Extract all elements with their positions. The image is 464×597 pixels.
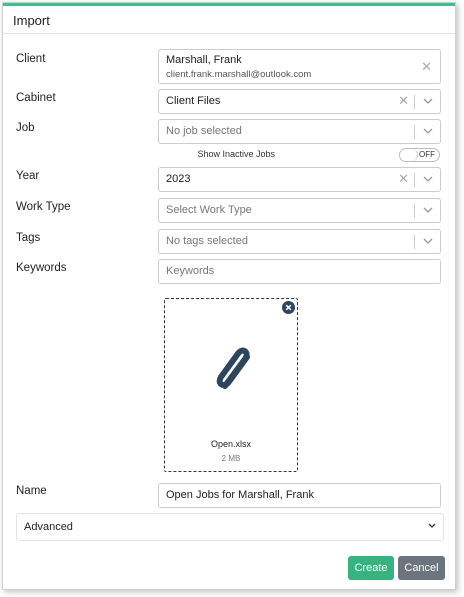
toggle-state: OFF — [419, 150, 435, 159]
attachment-filesize: 2 MB — [221, 454, 241, 463]
name-value: Open Jobs for Marshall, Frank — [166, 489, 314, 501]
title-divider — [3, 33, 455, 34]
clear-cabinet-icon[interactable]: ✕ — [398, 94, 409, 107]
job-select[interactable]: No job selected — [158, 119, 441, 144]
show-inactive-jobs-label: Show Inactive Jobs — [197, 149, 275, 159]
work-type-label: Work Type — [16, 201, 71, 213]
chevron-down-icon[interactable] — [422, 173, 434, 185]
select-separator — [414, 95, 415, 109]
tags-select[interactable]: No tags selected — [158, 229, 441, 254]
year-select[interactable]: 2023 ✕ — [158, 167, 441, 192]
tags-label: Tags — [16, 232, 41, 244]
client-select[interactable]: Marshall, Frank client.frank.marshall@ou… — [158, 49, 441, 84]
show-inactive-jobs-toggle[interactable]: OFF — [399, 148, 440, 162]
client-email: client.frank.marshall@outlook.com — [166, 69, 312, 80]
job-placeholder: No job selected — [166, 125, 242, 137]
client-name: Marshall, Frank — [166, 54, 242, 66]
chevron-down-icon[interactable] — [422, 235, 434, 247]
accent-bar — [3, 3, 455, 6]
attachment-filename: Open.xlsx — [210, 439, 252, 449]
chevron-down-icon[interactable] — [422, 204, 434, 216]
client-label: Client — [16, 53, 46, 65]
keywords-label: Keywords — [16, 262, 67, 274]
clear-year-icon[interactable]: ✕ — [398, 172, 409, 185]
keywords-input[interactable]: Keywords — [158, 259, 441, 284]
advanced-label: Advanced — [24, 521, 73, 533]
cancel-button[interactable]: Cancel — [398, 556, 445, 580]
select-separator — [414, 125, 415, 139]
keywords-placeholder: Keywords — [166, 265, 215, 277]
year-value: 2023 — [166, 173, 191, 185]
advanced-section[interactable]: Advanced — [16, 513, 444, 541]
import-dialog: Import Client Marshall, Frank client.fra… — [2, 2, 456, 590]
remove-file-icon[interactable] — [282, 301, 295, 314]
create-button[interactable]: Create — [348, 556, 394, 580]
work-type-select[interactable]: Select Work Type — [158, 198, 441, 223]
work-type-placeholder: Select Work Type — [166, 204, 252, 216]
name-input[interactable]: Open Jobs for Marshall, Frank — [158, 483, 441, 508]
cabinet-select[interactable]: Client Files ✕ — [158, 89, 441, 114]
job-label: Job — [16, 122, 35, 134]
year-label: Year — [16, 170, 40, 182]
cabinet-label: Cabinet — [16, 92, 56, 104]
select-separator — [414, 235, 415, 249]
toggle-knob — [400, 149, 418, 161]
clear-client-icon[interactable]: ✕ — [421, 60, 432, 73]
chevron-down-icon[interactable] — [422, 125, 434, 137]
cabinet-value: Client Files — [166, 95, 221, 107]
file-dropzone[interactable]: Open.xlsx 2 MB — [164, 298, 298, 472]
chevron-down-icon[interactable] — [427, 521, 437, 531]
tags-placeholder: No tags selected — [166, 235, 248, 247]
select-separator — [414, 204, 415, 218]
paperclip-icon — [216, 347, 250, 389]
name-label: Name — [16, 485, 47, 497]
select-separator — [414, 173, 415, 187]
dialog-title: Import — [13, 13, 50, 28]
chevron-down-icon[interactable] — [422, 95, 434, 107]
